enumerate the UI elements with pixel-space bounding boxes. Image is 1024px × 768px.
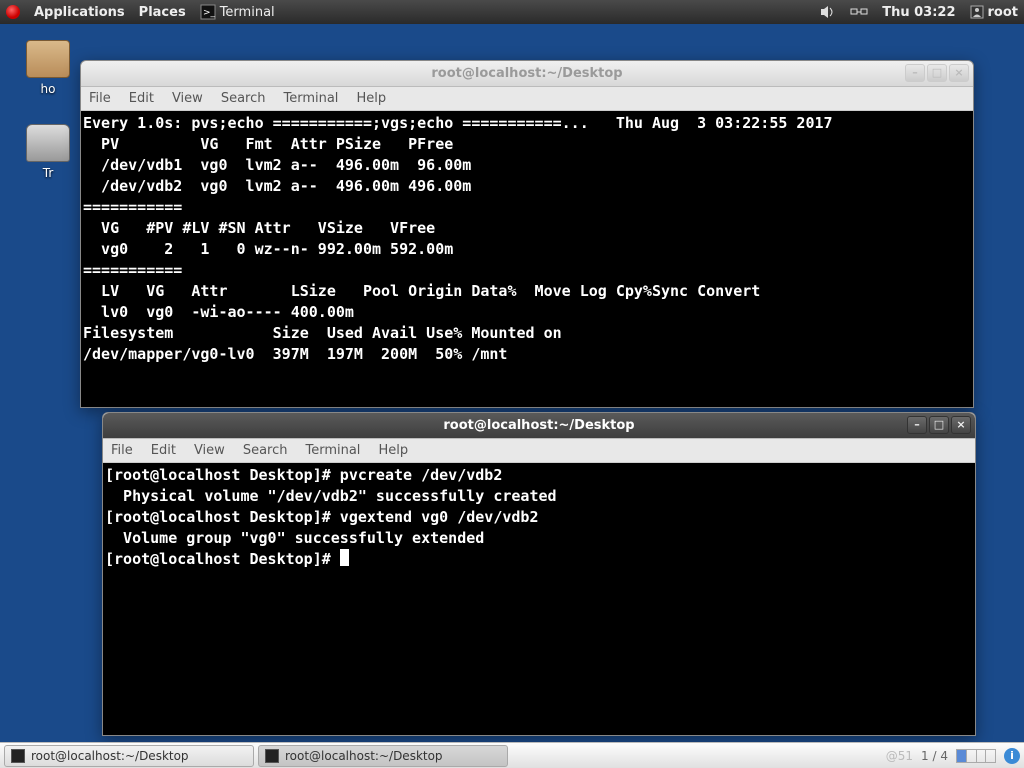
- menu-terminal[interactable]: Terminal: [305, 443, 360, 458]
- maximize-button[interactable]: □: [929, 416, 949, 434]
- menubar: File Edit View Search Terminal Help: [81, 87, 973, 111]
- menu-view[interactable]: View: [172, 91, 203, 106]
- tray: @51 1 / 4 i: [886, 748, 1020, 764]
- watermark-overlay: @51: [886, 749, 913, 763]
- menu-view[interactable]: View: [194, 443, 225, 458]
- top-panel: Applications Places >_ Terminal Thu 03:2…: [0, 0, 1024, 24]
- minimize-button[interactable]: –: [907, 416, 927, 434]
- places-menu[interactable]: Places: [139, 5, 186, 20]
- task-label: root@localhost:~/Desktop: [285, 749, 443, 763]
- user-icon: [970, 5, 984, 19]
- menu-file[interactable]: File: [111, 443, 133, 458]
- menu-search[interactable]: Search: [243, 443, 288, 458]
- menu-edit[interactable]: Edit: [129, 91, 154, 106]
- info-icon[interactable]: i: [1004, 748, 1020, 764]
- terminal-output[interactable]: [root@localhost Desktop]# pvcreate /dev/…: [103, 463, 975, 735]
- menubar: File Edit View Search Terminal Help: [103, 439, 975, 463]
- terminal-icon: [265, 749, 279, 763]
- home-label: ho: [18, 82, 78, 96]
- minimize-button[interactable]: –: [905, 64, 925, 82]
- network-icon[interactable]: [850, 5, 868, 19]
- bottom-panel: root@localhost:~/Desktop root@localhost:…: [0, 742, 1024, 768]
- terminal-output[interactable]: Every 1.0s: pvs;echo ===========;vgs;ech…: [81, 111, 973, 407]
- task-button-1[interactable]: root@localhost:~/Desktop: [4, 745, 254, 767]
- desktop-icons: ho Tr: [18, 40, 78, 208]
- svg-text:>_: >_: [203, 8, 216, 18]
- titlebar[interactable]: root@localhost:~/Desktop – □ ×: [81, 61, 973, 87]
- terminal-window-watch: root@localhost:~/Desktop – □ × File Edit…: [80, 60, 974, 408]
- home-folder-icon[interactable]: ho: [18, 40, 78, 96]
- task-label: root@localhost:~/Desktop: [31, 749, 189, 763]
- close-button[interactable]: ×: [949, 64, 969, 82]
- trash-icon[interactable]: Tr: [18, 124, 78, 180]
- terminal-window-shell: root@localhost:~/Desktop – □ × File Edit…: [102, 412, 976, 736]
- clock[interactable]: Thu 03:22: [882, 5, 955, 20]
- window-title: root@localhost:~/Desktop: [443, 418, 634, 433]
- distro-icon: [6, 5, 20, 19]
- trash-label: Tr: [18, 166, 78, 180]
- maximize-button[interactable]: □: [927, 64, 947, 82]
- volume-icon[interactable]: [820, 5, 836, 19]
- cursor: [340, 549, 349, 566]
- active-app-indicator[interactable]: >_ Terminal: [200, 4, 275, 20]
- terminal-icon: >_: [200, 4, 216, 20]
- menu-terminal[interactable]: Terminal: [283, 91, 338, 106]
- menu-help[interactable]: Help: [378, 443, 408, 458]
- menu-edit[interactable]: Edit: [151, 443, 176, 458]
- window-title: root@localhost:~/Desktop: [431, 66, 622, 81]
- user-label: root: [988, 5, 1019, 20]
- menu-help[interactable]: Help: [356, 91, 386, 106]
- active-app-label: Terminal: [220, 5, 275, 20]
- applications-menu[interactable]: Applications: [34, 5, 125, 20]
- menu-search[interactable]: Search: [221, 91, 266, 106]
- menu-file[interactable]: File: [89, 91, 111, 106]
- titlebar[interactable]: root@localhost:~/Desktop – □ ×: [103, 413, 975, 439]
- workspace-label: 1 / 4: [921, 749, 948, 763]
- task-button-2[interactable]: root@localhost:~/Desktop: [258, 745, 508, 767]
- user-menu[interactable]: root: [970, 5, 1019, 20]
- workspace-switcher[interactable]: [956, 749, 996, 763]
- terminal-icon: [11, 749, 25, 763]
- close-button[interactable]: ×: [951, 416, 971, 434]
